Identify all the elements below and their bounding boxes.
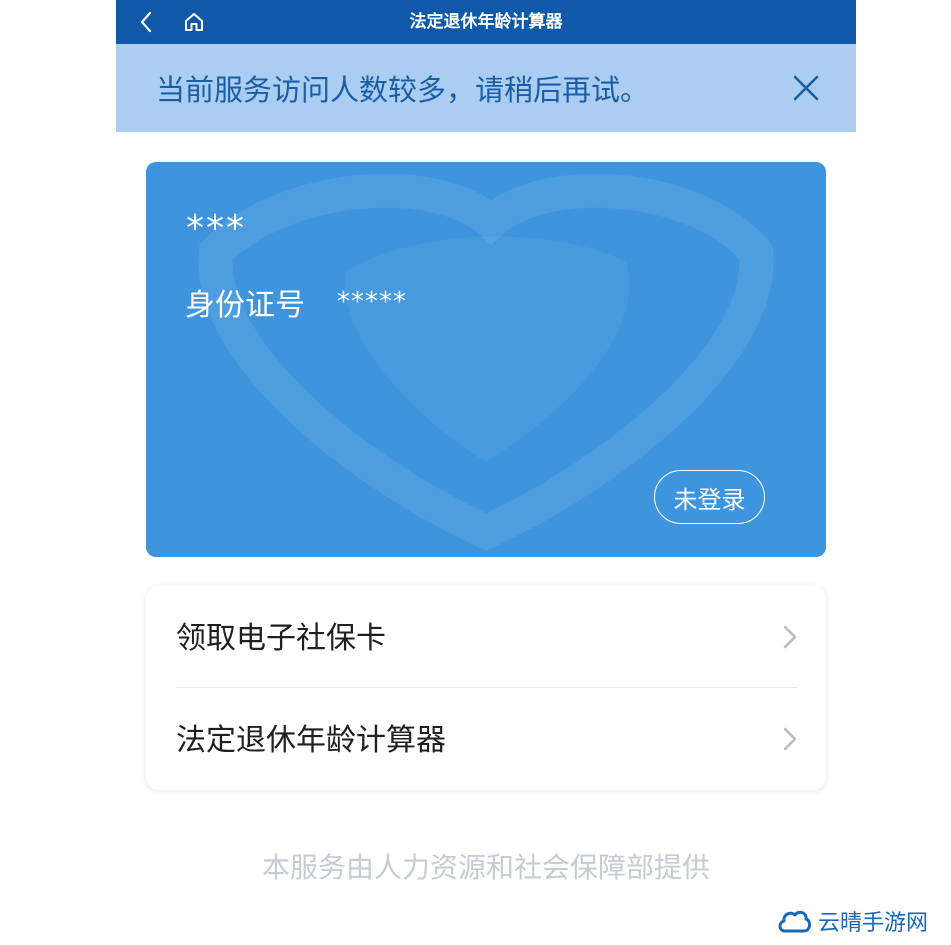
watermark-text: 云晴手游网 (818, 911, 929, 936)
close-notice-button[interactable] (786, 68, 826, 108)
id-number-label: 身份证号 (185, 288, 305, 323)
chevron-right-icon (783, 727, 797, 751)
menu-item-label: 法定退休年龄计算器 (176, 723, 446, 758)
site-watermark: 云晴手游网 (776, 903, 928, 939)
menu-item-retirement-calculator[interactable]: 法定退休年龄计算器 (146, 688, 826, 790)
chevron-left-icon (140, 11, 152, 33)
back-button[interactable] (126, 0, 166, 44)
cloud-icon (778, 910, 811, 933)
app-screen: 法定退休年龄计算器 当前服务访问人数较多，请稍后再试。 *** 身份证号 ***… (116, 0, 856, 945)
provider-footer: 本服务由人力资源和社会保障部提供 (261, 851, 710, 884)
close-icon (793, 75, 819, 101)
id-number-row: 身份证号 ***** (185, 280, 407, 324)
social-security-card: *** 身份证号 ***** 未登录 (146, 162, 826, 557)
menu-item-get-electronic-card[interactable]: 领取电子社保卡 (146, 586, 826, 688)
chevron-right-icon (783, 625, 797, 649)
notice-banner: 当前服务访问人数较多，请稍后再试。 (116, 44, 856, 132)
home-icon (185, 13, 203, 31)
service-menu: 领取电子社保卡 法定退休年龄计算器 (146, 586, 826, 790)
notice-text: 当前服务访问人数较多，请稍后再试。 (156, 73, 650, 107)
home-button[interactable] (174, 0, 214, 44)
page-title: 法定退休年龄计算器 (409, 12, 563, 32)
holder-name: *** (186, 208, 246, 249)
id-number-value: ***** (337, 287, 407, 317)
menu-item-label: 领取电子社保卡 (176, 621, 386, 656)
top-navigation-bar: 法定退休年龄计算器 (116, 0, 856, 44)
login-status-button[interactable]: 未登录 (654, 470, 765, 524)
